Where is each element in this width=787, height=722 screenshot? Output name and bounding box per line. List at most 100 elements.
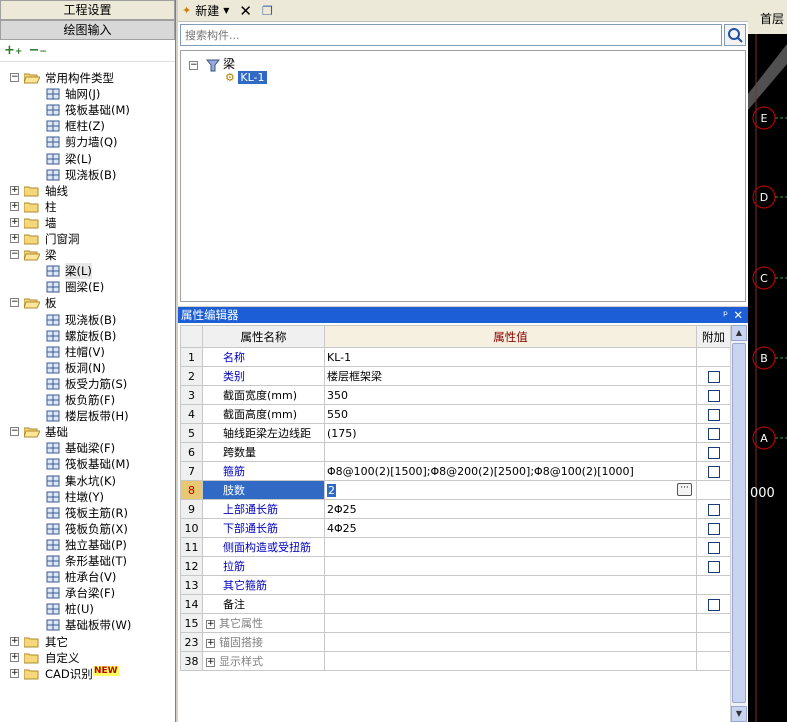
expand-icon[interactable]: +	[206, 619, 215, 629]
tree-item[interactable]: 轴网(J)	[0, 86, 175, 102]
property-value[interactable]	[324, 537, 697, 557]
property-row[interactable]: 5 轴线距梁左边线距 (175)	[180, 423, 731, 443]
new-button[interactable]: 新建	[195, 2, 219, 19]
tree-folder[interactable]: + 其它	[0, 634, 175, 650]
attach-checkbox[interactable]	[707, 560, 720, 573]
property-value[interactable]: Φ8@100(2)[1500];Φ8@200(2)[2500];Φ8@100(2…	[324, 461, 697, 481]
pin-icon[interactable]: ᵖ	[723, 307, 728, 323]
expand-icon[interactable]: +	[206, 638, 215, 648]
property-row[interactable]: 14 备注	[180, 594, 731, 614]
property-value[interactable]	[324, 632, 697, 652]
property-row[interactable]: 7 箍筋 Φ8@100(2)[1500];Φ8@200(2)[2500];Φ8@10…	[180, 461, 731, 481]
axis-marker[interactable]: B	[752, 346, 787, 370]
attach-checkbox[interactable]	[707, 465, 720, 478]
property-value[interactable]: 550	[324, 404, 697, 424]
tree-folder[interactable]: + 门窗洞	[0, 231, 175, 247]
tree-item[interactable]: 现浇板(B)	[0, 312, 175, 328]
property-row[interactable]: 38 + 显示样式	[180, 651, 731, 671]
tree-item[interactable]: 梁(L)	[0, 151, 175, 167]
property-row[interactable]: 15 + 其它属性	[180, 613, 731, 633]
tree-item[interactable]: 桩(U)	[0, 601, 175, 617]
expand-icon[interactable]: +	[10, 636, 19, 646]
property-value[interactable]: (175)	[324, 423, 697, 443]
attach-checkbox[interactable]	[707, 503, 720, 516]
expand-icon[interactable]: +	[10, 668, 19, 678]
tree-item[interactable]: 柱墩(Y)	[0, 489, 175, 505]
expand-icon[interactable]: +	[206, 657, 215, 667]
property-row[interactable]: 8 肢数 2 ···	[180, 480, 731, 500]
tree-item[interactable]: 螺旋板(B)	[0, 328, 175, 344]
tree-item[interactable]: 板洞(N)	[0, 360, 175, 376]
property-value[interactable]	[324, 651, 697, 671]
tree-item[interactable]: 框柱(Z)	[0, 118, 175, 134]
expand-icon[interactable]: +	[10, 217, 19, 227]
expand-icon[interactable]: +	[10, 201, 19, 211]
tab-drawing-input[interactable]: 绘图输入	[0, 20, 175, 40]
property-value[interactable]	[324, 594, 697, 614]
search-button[interactable]	[724, 24, 746, 46]
search-input[interactable]	[180, 24, 722, 46]
attach-checkbox[interactable]	[707, 408, 720, 421]
collapse-all-icon[interactable]: −−	[28, 43, 46, 58]
attach-checkbox[interactable]	[707, 541, 720, 554]
tree-folder[interactable]: + 墙	[0, 215, 175, 231]
copy-icon[interactable]: ❐	[262, 4, 273, 18]
scroll-thumb[interactable]	[732, 343, 746, 703]
axis-marker[interactable]: E	[752, 106, 787, 130]
dropdown-arrow-icon[interactable]: ▼	[223, 6, 229, 15]
expand-icon[interactable]: +	[10, 185, 19, 195]
property-value[interactable]: 350	[324, 385, 697, 405]
new-component-icon[interactable]: ✦	[182, 4, 191, 17]
scroll-down-icon[interactable]: ▼	[731, 706, 747, 722]
tree-folder[interactable]: + 轴线	[0, 183, 175, 199]
cad-view[interactable]: 首层 E D C B A 000	[748, 0, 787, 722]
tree-folder[interactable]: + 自定义	[0, 650, 175, 666]
attach-checkbox[interactable]	[707, 427, 720, 440]
vertical-scrollbar[interactable]: ▲ ▼	[730, 325, 747, 722]
scroll-up-icon[interactable]: ▲	[731, 325, 747, 341]
collapse-icon[interactable]: −	[10, 250, 19, 260]
property-value[interactable]: 2 ···	[324, 480, 697, 500]
tree-item[interactable]: 承台梁(F)	[0, 585, 175, 601]
attach-checkbox[interactable]	[707, 446, 720, 459]
property-value[interactable]	[324, 575, 697, 595]
property-row[interactable]: 10 下部通长筋 4Φ25	[180, 518, 731, 538]
component-tree-root[interactable]: − 梁	[189, 55, 235, 72]
tree-item[interactable]: 板负筋(F)	[0, 392, 175, 408]
tree-folder[interactable]: − 梁	[0, 247, 175, 263]
tree-folder[interactable]: + CAD识别 NEW	[0, 665, 175, 682]
tree-item[interactable]: 剪力墙(Q)	[0, 134, 175, 150]
tree-folder[interactable]: − 板	[0, 295, 175, 311]
tree-folder[interactable]: − 常用构件类型	[0, 70, 175, 86]
tree-item[interactable]: 独立基础(P)	[0, 537, 175, 553]
collapse-icon[interactable]: −	[10, 427, 19, 437]
property-value[interactable]	[324, 442, 697, 462]
tree-item[interactable]: 条形基础(T)	[0, 553, 175, 569]
property-value[interactable]: 2Φ25	[324, 499, 697, 519]
tree-item[interactable]: 筏板负筋(X)	[0, 521, 175, 537]
expand-icon[interactable]: +	[10, 652, 19, 662]
tree-item[interactable]: 基础梁(F)	[0, 440, 175, 456]
property-row[interactable]: 12 拉筋	[180, 556, 731, 576]
property-row[interactable]: 2 类别 楼层框架梁	[180, 366, 731, 386]
property-row[interactable]: 9 上部通长筋 2Φ25	[180, 499, 731, 519]
expand-icon[interactable]: +	[10, 234, 19, 243]
property-value[interactable]: KL-1	[324, 347, 697, 367]
tree-item[interactable]: 筏板主筋(R)	[0, 505, 175, 521]
tree-item[interactable]: 现浇板(B)	[0, 167, 175, 183]
tree-item[interactable]: 集水坑(K)	[0, 473, 175, 489]
collapse-icon[interactable]: −	[10, 73, 19, 82]
axis-marker[interactable]: A	[752, 426, 787, 450]
tree-folder[interactable]: − 基础	[0, 424, 175, 440]
tree-item[interactable]: 柱帽(V)	[0, 344, 175, 360]
expand-all-icon[interactable]: ++	[4, 43, 22, 58]
attach-checkbox[interactable]	[707, 389, 720, 402]
property-value[interactable]	[324, 556, 697, 576]
tab-project-settings[interactable]: 工程设置	[0, 0, 175, 20]
tree-item[interactable]: 楼层板带(H)	[0, 408, 175, 424]
property-value[interactable]: 楼层框架梁	[324, 366, 697, 386]
axis-marker[interactable]: D	[752, 185, 787, 209]
tree-item[interactable]: 圈梁(E)	[0, 279, 175, 295]
component-tree-item[interactable]: ⚙ KL-1	[225, 71, 267, 84]
property-row[interactable]: 3 截面宽度(mm) 350	[180, 385, 731, 405]
